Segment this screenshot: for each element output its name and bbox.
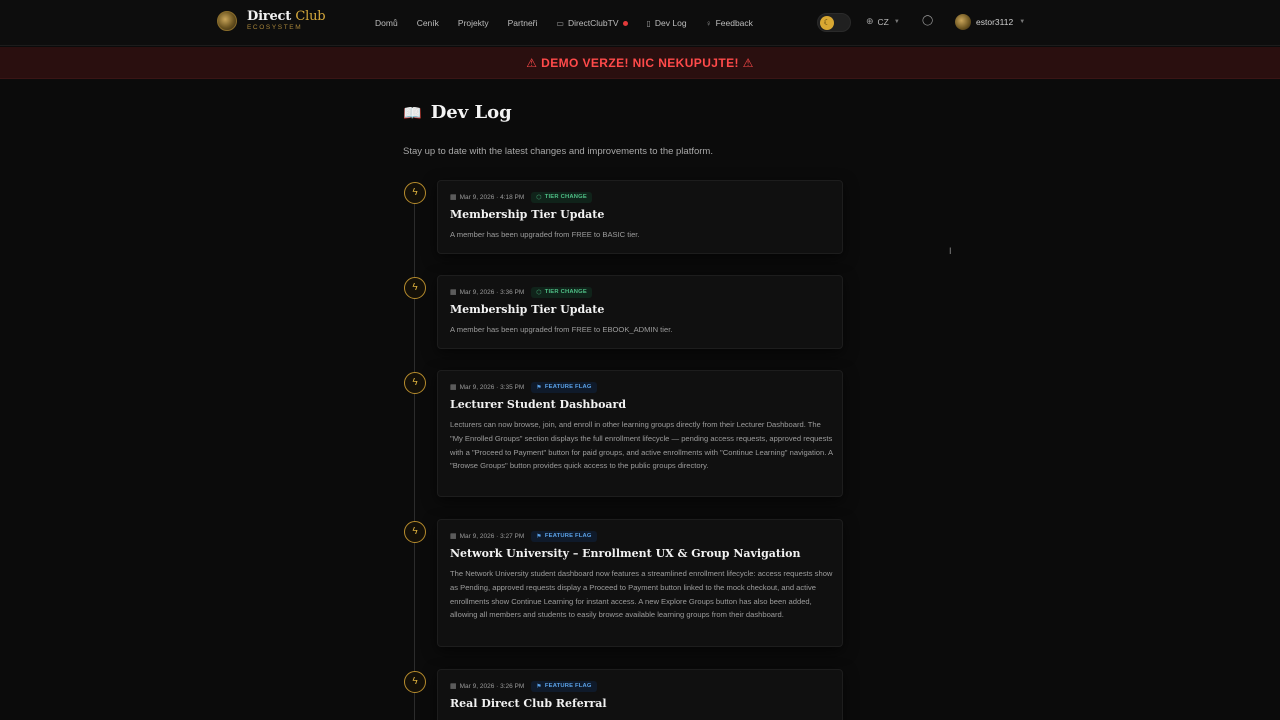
page-title-text: Dev Log bbox=[430, 102, 512, 123]
feature-flag-badge: ⚑ FEATURE FLAG bbox=[531, 680, 597, 692]
entry-title: Membership Tier Update bbox=[450, 208, 605, 221]
calendar-icon: ▦ bbox=[450, 533, 457, 540]
nav-item-domu[interactable]: Domů bbox=[375, 18, 398, 28]
flag-icon: ⚑ bbox=[536, 533, 542, 540]
feature-flag-badge: ⚑ FEATURE FLAG bbox=[531, 530, 597, 542]
entry-description: A member has been upgraded from FREE to … bbox=[450, 325, 673, 334]
shield-icon: ⬡ bbox=[536, 194, 542, 201]
lightning-icon: ϟ bbox=[404, 521, 426, 543]
tier-change-badge: ⬡ TIER CHANGE bbox=[531, 286, 592, 298]
page-subtitle: Stay up to date with the latest changes … bbox=[403, 146, 713, 157]
demo-warning-banner: ⚠ DEMO VERZE! NIC NEKUPUJTE! ⚠ bbox=[0, 47, 1280, 79]
username: estor3112 bbox=[976, 17, 1014, 27]
nav-item-feedback[interactable]: ♀ Feedback bbox=[706, 18, 753, 28]
entry-title: Membership Tier Update bbox=[450, 303, 605, 316]
nav-item-directclubtv[interactable]: ▭ DirectClubTV bbox=[556, 18, 628, 28]
avatar bbox=[955, 14, 971, 30]
logo-subtitle: ECOSYSTEM bbox=[247, 24, 303, 31]
nav-item-dev-log[interactable]: ▯ Dev Log bbox=[647, 18, 687, 28]
lightbulb-icon: ♀ bbox=[705, 18, 712, 28]
demo-warning-text: ⚠ DEMO VERZE! NIC NEKUPUJTE! ⚠ bbox=[526, 55, 754, 70]
theme-toggle[interactable]: ☾ bbox=[817, 13, 851, 32]
devlog-entry: ▦ Mar 9, 2026 · 4:18 PM ⬡ TIER CHANGE Memb… bbox=[437, 180, 843, 254]
lightning-icon: ϟ bbox=[404, 671, 426, 693]
main-nav: Domů Ceník Projekty Partneři ▭ DirectClu… bbox=[375, 0, 772, 46]
language-label: CZ bbox=[877, 16, 889, 27]
lightning-icon: ϟ bbox=[404, 277, 426, 299]
tier-change-badge: ⬡ TIER CHANGE bbox=[531, 191, 592, 203]
text-cursor-icon: I bbox=[949, 246, 952, 256]
devlog-entry: ▦ Mar 9, 2026 · 3:27 PM ⚑ FEATURE FLAG Net… bbox=[437, 519, 843, 647]
entry-description: A member has been upgraded from FREE to … bbox=[450, 230, 640, 239]
moon-icon: ☾ bbox=[820, 16, 834, 30]
logo-title: Direct Club bbox=[247, 9, 326, 24]
chevron-down-icon: ▼ bbox=[1019, 19, 1026, 25]
top-navigation-bar: Direct Club ECOSYSTEM Domů Ceník Projekt… bbox=[0, 0, 1280, 46]
devlog-entry: ▦ Mar 9, 2026 · 3:26 PM ⚑ FEATURE FLAG Rea… bbox=[437, 669, 843, 720]
book-icon: ▯ bbox=[646, 18, 651, 28]
timeline-line bbox=[414, 195, 415, 720]
chat-icon[interactable]: ◯ bbox=[922, 15, 933, 26]
entry-title: Network University – Enrollment UX & Gro… bbox=[450, 547, 801, 560]
entry-date: ▦ Mar 9, 2026 · 4:18 PM bbox=[450, 193, 525, 202]
live-indicator-dot bbox=[622, 20, 628, 26]
tv-icon: ▭ bbox=[556, 18, 564, 28]
nav-item-projekty[interactable]: Projekty bbox=[458, 18, 489, 28]
entry-description: The Network University student dashboard… bbox=[450, 569, 833, 620]
calendar-icon: ▦ bbox=[450, 289, 457, 296]
devlog-entry: ▦ Mar 9, 2026 · 3:36 PM ⬡ TIER CHANGE Memb… bbox=[437, 275, 843, 349]
feature-flag-badge: ⚑ FEATURE FLAG bbox=[531, 381, 597, 393]
devlog-entry: ▦ Mar 9, 2026 · 3:35 PM ⚑ FEATURE FLAG Lec… bbox=[437, 370, 843, 497]
flag-icon: ⚑ bbox=[536, 384, 542, 391]
shield-icon: ⬡ bbox=[536, 289, 542, 296]
calendar-icon: ▦ bbox=[450, 384, 457, 391]
lightning-icon: ϟ bbox=[404, 182, 426, 204]
calendar-icon: ▦ bbox=[450, 194, 457, 201]
flag-icon: ⚑ bbox=[536, 683, 542, 690]
logo[interactable]: Direct Club ECOSYSTEM bbox=[217, 9, 326, 32]
entry-date: ▦ Mar 9, 2026 · 3:27 PM bbox=[450, 532, 525, 541]
globe-icon: ⊕ bbox=[866, 16, 874, 26]
entry-description: Lecturers can now browse, join, and enro… bbox=[450, 420, 833, 471]
lightning-icon: ϟ bbox=[404, 372, 426, 394]
entry-title: Real Direct Club Referral bbox=[450, 697, 607, 710]
page-title: 📖 Dev Log bbox=[403, 102, 512, 123]
entry-date: ▦ Mar 9, 2026 · 3:35 PM bbox=[450, 383, 525, 392]
open-book-icon: 📖 bbox=[403, 104, 422, 122]
nav-item-cenik[interactable]: Ceník bbox=[417, 18, 439, 28]
calendar-icon: ▦ bbox=[450, 683, 457, 690]
language-selector[interactable]: ⊕ CZ ▼ bbox=[866, 16, 900, 27]
chevron-down-icon: ▼ bbox=[893, 18, 900, 25]
logo-emblem-icon bbox=[217, 10, 237, 31]
user-menu[interactable]: estor3112 ▼ bbox=[955, 14, 1025, 30]
entry-date: ▦ Mar 9, 2026 · 3:36 PM bbox=[450, 288, 525, 297]
entry-title: Lecturer Student Dashboard bbox=[450, 398, 627, 411]
entry-date: ▦ Mar 9, 2026 · 3:26 PM bbox=[450, 682, 525, 691]
nav-item-partneri[interactable]: Partneři bbox=[508, 18, 538, 28]
